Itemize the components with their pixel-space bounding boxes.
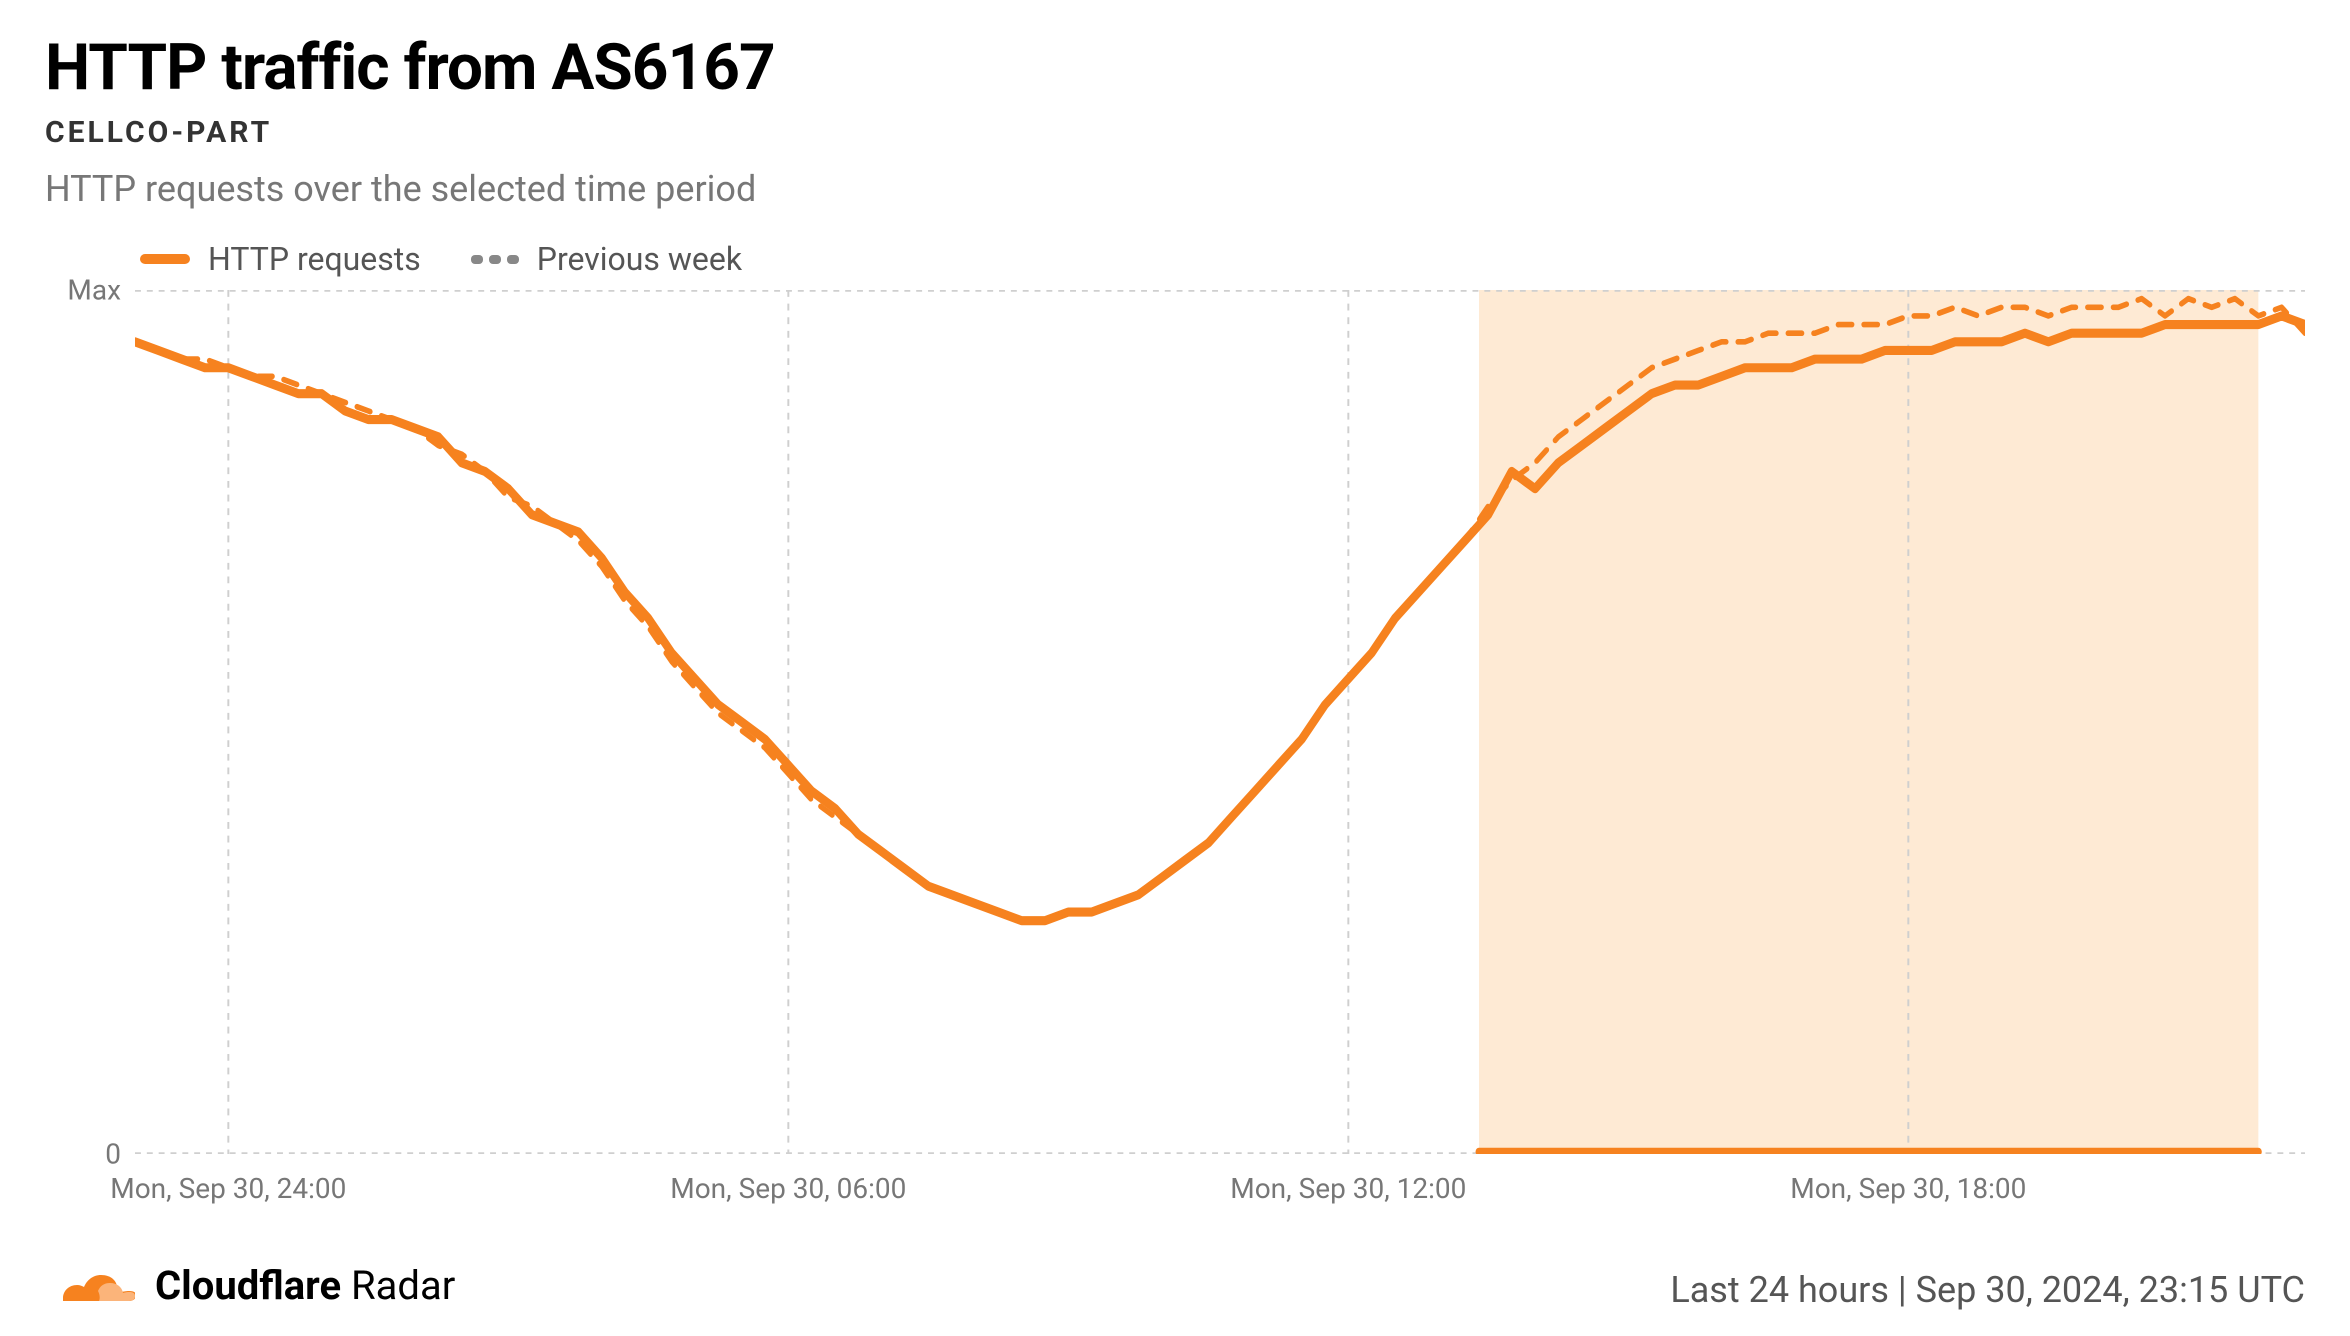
x-tick: Mon, Sep 30, 06:00 <box>670 1172 906 1205</box>
chart-footer: Cloudflare Radar Last 24 hours | Sep 30,… <box>45 1234 2305 1311</box>
legend-label: Previous week <box>537 240 742 278</box>
legend-item-previous: Previous week <box>471 240 742 278</box>
x-tick: Mon, Sep 30, 12:00 <box>1230 1172 1466 1205</box>
dashed-swatch-icon <box>471 255 519 264</box>
brand-text: Cloudflare Radar <box>155 1262 455 1309</box>
chart-legend: HTTP requests Previous week <box>45 240 2305 278</box>
x-tick: Mon, Sep 30, 18:00 <box>1790 1172 2026 1205</box>
line-swatch-icon <box>140 254 190 264</box>
chart-title: HTTP traffic from AS6167 <box>45 30 2305 105</box>
plot-area[interactable] <box>135 290 2305 1154</box>
brand-name-bold: Cloudflare <box>155 1262 341 1309</box>
cloudflare-logo-icon <box>45 1259 135 1311</box>
legend-item-http: HTTP requests <box>140 240 421 278</box>
brand-name-light: Radar <box>341 1262 455 1309</box>
x-tick: Mon, Sep 30, 24:00 <box>110 1172 346 1205</box>
x-axis: Mon, Sep 30, 24:00 Mon, Sep 30, 06:00 Mon,… <box>45 1154 2305 1234</box>
chart-area: Max 0 <box>45 290 2305 1154</box>
y-tick-max: Max <box>67 274 121 307</box>
y-axis: Max 0 <box>45 290 135 1154</box>
brand: Cloudflare Radar <box>45 1259 455 1311</box>
footer-timestamp: Last 24 hours | Sep 30, 2024, 23:15 UTC <box>1670 1269 2305 1311</box>
chart-header: HTTP traffic from AS6167 CELLCO-PART HTT… <box>45 30 2305 210</box>
chart-description: HTTP requests over the selected time per… <box>45 168 2305 210</box>
legend-label: HTTP requests <box>208 240 421 278</box>
plot-svg <box>135 290 2305 1154</box>
chart-subtitle: CELLCO-PART <box>45 115 2305 150</box>
